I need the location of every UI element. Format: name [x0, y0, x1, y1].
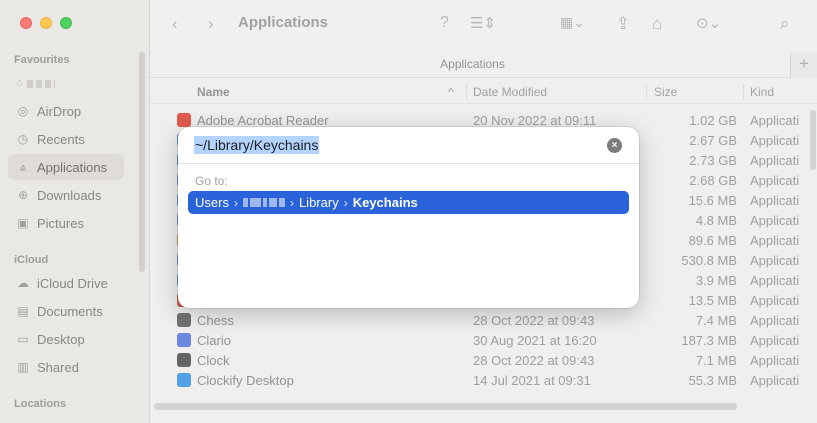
goto-label: Go to:: [195, 174, 228, 188]
redacted-username-icon: [242, 198, 285, 207]
suggestion-part-users: Users: [195, 195, 229, 210]
chevron-right-icon: ›: [233, 195, 238, 210]
go-to-folder-dialog: ~/Library/Keychains × Go to: Users › › L…: [178, 127, 639, 308]
path-suggestion[interactable]: Users › › Library › Keychains: [188, 191, 629, 214]
suggestion-part-keychains: Keychains: [352, 195, 418, 210]
path-input-field[interactable]: ~/Library/Keychains ×: [178, 127, 639, 164]
path-input-value[interactable]: ~/Library/Keychains: [194, 136, 320, 154]
chevron-right-icon: ›: [343, 195, 348, 210]
suggestion-part-library: Library: [298, 195, 339, 210]
chevron-right-icon: ›: [289, 195, 294, 210]
clear-input-icon[interactable]: ×: [607, 138, 622, 153]
